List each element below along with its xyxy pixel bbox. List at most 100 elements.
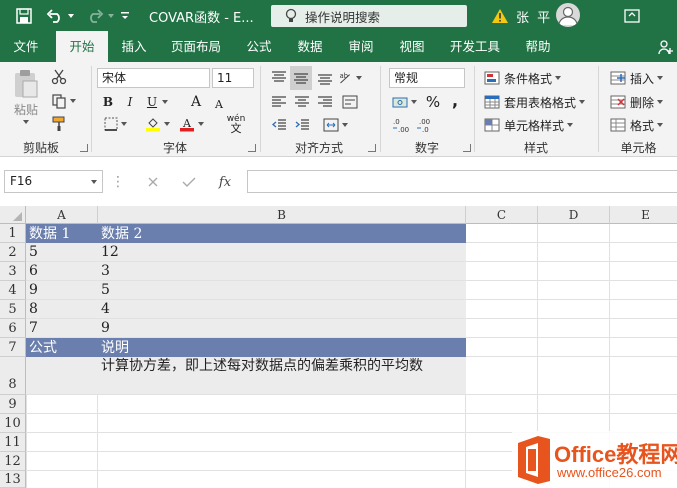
- row-header-8[interactable]: 8: [0, 357, 26, 395]
- row-header-10[interactable]: 10: [0, 414, 26, 433]
- phonetic-button[interactable]: wén 文: [218, 114, 254, 135]
- cell-range-c[interactable]: [466, 224, 538, 395]
- paste-button[interactable]: 粘贴: [8, 66, 44, 126]
- number-format-select[interactable]: 常规: [389, 68, 465, 88]
- tab-file[interactable]: 文件: [4, 31, 48, 62]
- orientation-icon[interactable]: ab: [338, 68, 362, 88]
- decrease-indent-icon[interactable]: [269, 115, 289, 135]
- cell-a7[interactable]: 公式: [26, 338, 98, 357]
- row-header-2[interactable]: 2: [0, 243, 26, 262]
- italic-button[interactable]: I: [123, 92, 137, 112]
- tab-insert[interactable]: 插入: [112, 31, 156, 62]
- row-header-1[interactable]: 1: [0, 224, 26, 243]
- underline-dropdown-icon[interactable]: [160, 92, 170, 112]
- row-header-7[interactable]: 7: [0, 338, 26, 357]
- avatar[interactable]: [556, 3, 580, 27]
- copy-icon[interactable]: [48, 91, 78, 111]
- insert-function-button[interactable]: fx: [214, 173, 236, 191]
- cancel-entry-icon[interactable]: [144, 173, 162, 191]
- column-header-b[interactable]: B: [98, 206, 466, 224]
- name-box-dropdown-icon[interactable]: [88, 176, 100, 188]
- cell-a8[interactable]: [26, 357, 98, 395]
- row-header-9[interactable]: 9: [0, 395, 26, 414]
- row-header-11[interactable]: 11: [0, 433, 26, 452]
- customize-toolbar-icon[interactable]: [118, 6, 132, 26]
- tab-home[interactable]: 开始: [56, 31, 108, 62]
- user-name[interactable]: 张 平: [516, 7, 552, 26]
- align-middle-icon[interactable]: [290, 66, 312, 90]
- cell-a4[interactable]: 9: [26, 281, 98, 300]
- bold-button[interactable]: B: [101, 92, 115, 112]
- redo-icon[interactable]: [84, 6, 106, 26]
- row-header-3[interactable]: 3: [0, 262, 26, 281]
- percent-button[interactable]: %: [425, 92, 441, 112]
- cell-a3[interactable]: 6: [26, 262, 98, 281]
- row-header-5[interactable]: 5: [0, 300, 26, 319]
- cell-styles-button[interactable]: 单元格样式: [484, 115, 574, 135]
- row-header-12[interactable]: 12: [0, 452, 26, 471]
- tab-review[interactable]: 审阅: [339, 31, 383, 62]
- cell-a5[interactable]: 8: [26, 300, 98, 319]
- clipboard-launcher-icon[interactable]: [80, 144, 88, 152]
- cell-b5[interactable]: 4: [98, 300, 466, 319]
- align-right-icon[interactable]: [315, 92, 335, 112]
- undo-dropdown-icon[interactable]: [66, 6, 76, 26]
- cell-range-e[interactable]: [610, 224, 677, 395]
- column-header-d[interactable]: D: [538, 206, 610, 224]
- align-left-icon[interactable]: [269, 92, 289, 112]
- select-all-button[interactable]: [0, 206, 26, 224]
- cell-b2[interactable]: 12: [98, 243, 466, 262]
- align-top-icon[interactable]: [269, 68, 289, 88]
- ribbon-display-options-icon[interactable]: [621, 6, 643, 26]
- increase-indent-icon[interactable]: [292, 115, 312, 135]
- column-header-c[interactable]: C: [466, 206, 538, 224]
- column-header-a[interactable]: A: [26, 206, 98, 224]
- row-header-13[interactable]: 13: [0, 471, 26, 488]
- undo-icon[interactable]: [44, 6, 66, 26]
- confirm-entry-icon[interactable]: [180, 173, 198, 191]
- wrap-text-icon[interactable]: [338, 92, 362, 112]
- font-launcher-icon[interactable]: [248, 144, 256, 152]
- currency-format-icon[interactable]: [390, 92, 418, 112]
- redo-dropdown-icon[interactable]: [106, 6, 116, 26]
- format-as-table-button[interactable]: 套用表格格式: [484, 92, 586, 112]
- underline-button[interactable]: U: [145, 92, 159, 112]
- comma-button[interactable]: ,: [447, 90, 463, 110]
- cell-b8[interactable]: 计算协方差，即上述每对数据点的偏差乘积的平均数: [98, 357, 466, 395]
- grow-font-button[interactable]: A: [188, 92, 204, 112]
- search-box[interactable]: 操作说明搜索: [271, 5, 467, 27]
- cell-b7[interactable]: 说明: [98, 338, 466, 357]
- format-cells-button[interactable]: 格式: [610, 115, 664, 135]
- font-size-select[interactable]: 11: [212, 68, 254, 88]
- cell-a1[interactable]: 数据 1: [26, 224, 98, 243]
- tab-developer[interactable]: 开发工具: [442, 31, 508, 62]
- merge-center-icon[interactable]: [318, 115, 352, 135]
- alignment-launcher-icon[interactable]: [368, 144, 376, 152]
- share-icon[interactable]: [656, 31, 676, 62]
- cut-icon[interactable]: [48, 67, 70, 87]
- cell-a2[interactable]: 5: [26, 243, 98, 262]
- fill-color-button[interactable]: [142, 114, 172, 134]
- row-header-4[interactable]: 4: [0, 281, 26, 300]
- row-header-6[interactable]: 6: [0, 319, 26, 338]
- font-color-button[interactable]: A: [176, 114, 206, 134]
- column-header-e[interactable]: E: [610, 206, 677, 224]
- cell-a6[interactable]: 7: [26, 319, 98, 338]
- cell-range-d[interactable]: [538, 224, 610, 395]
- tab-help[interactable]: 帮助: [516, 31, 560, 62]
- font-name-select[interactable]: 宋体: [97, 68, 210, 88]
- formula-input[interactable]: [247, 170, 677, 193]
- formula-bar-grip-icon[interactable]: ⋮: [111, 173, 125, 191]
- cell-b6[interactable]: 9: [98, 319, 466, 338]
- cell-b4[interactable]: 5: [98, 281, 466, 300]
- save-icon[interactable]: [14, 6, 34, 26]
- shrink-font-button[interactable]: A: [211, 94, 227, 114]
- delete-cells-button[interactable]: 删除: [610, 92, 664, 112]
- number-launcher-icon[interactable]: [463, 144, 471, 152]
- tab-formulas[interactable]: 公式: [237, 31, 281, 62]
- warning-icon[interactable]: [490, 6, 510, 26]
- format-painter-icon[interactable]: [48, 114, 70, 134]
- cell-b1[interactable]: 数据 2: [98, 224, 466, 243]
- align-center-icon[interactable]: [292, 92, 312, 112]
- tab-data[interactable]: 数据: [288, 31, 332, 62]
